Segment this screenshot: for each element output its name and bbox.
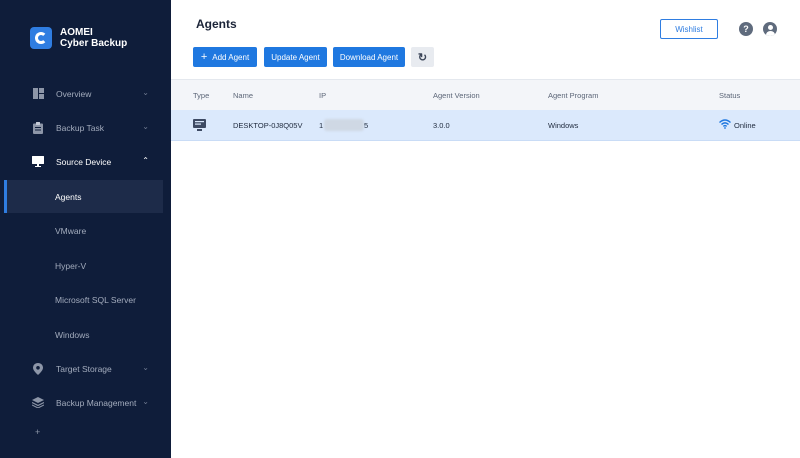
chevron-down-icon: ⌄: [142, 88, 149, 97]
redacted-ip: [324, 119, 364, 131]
location-pin-icon: [32, 362, 44, 375]
sidebar-subitem-label: VMware: [55, 225, 87, 236]
column-header-name[interactable]: Name: [233, 91, 253, 100]
agent-version: 3.0.0: [433, 121, 450, 130]
layers-icon: [32, 397, 44, 409]
agent-ip-start: 1: [319, 121, 324, 130]
download-agent-button[interactable]: Download Agent: [333, 47, 405, 67]
sidebar-subitem-label: Windows: [55, 329, 90, 340]
sidebar-item-label: Source Device: [56, 156, 112, 167]
table-row[interactable]: DESKTOP-0J8Q05V 1 5 3.0.0 Windows Online: [171, 110, 800, 141]
sidebar-subitem-label: Hyper-V: [55, 260, 87, 271]
update-agent-button[interactable]: Update Agent: [264, 47, 327, 67]
sidebar: AOMEI Cyber Backup Overview ⌄ Backup Tas…: [0, 0, 171, 458]
chevron-down-icon: ⌄: [142, 397, 149, 406]
chevron-down-icon: ⌄: [142, 122, 149, 131]
main-content: Agents Wishlist ? + Add Agent Update Age…: [171, 0, 800, 458]
update-agent-label: Update Agent: [271, 52, 320, 62]
column-header-status[interactable]: Status: [719, 91, 740, 100]
wifi-icon: [719, 119, 731, 131]
sidebar-item-source-device[interactable]: Source Device ⌃: [0, 145, 163, 178]
agent-name: DESKTOP-0J8Q05V: [233, 121, 303, 130]
refresh-button[interactable]: ↻: [411, 47, 434, 67]
agent-status: Online: [734, 121, 756, 130]
column-header-agent-program[interactable]: Agent Program: [548, 91, 598, 100]
add-agent-label: Add Agent: [212, 52, 250, 62]
sidebar-item-label: Backup Management: [56, 397, 137, 408]
sidebar-item-backup-task[interactable]: Backup Task ⌄: [0, 111, 163, 144]
sidebar-item-backup-management[interactable]: Backup Management ⌄: [0, 386, 163, 419]
table-header: Type Name IP Agent Version Agent Program…: [171, 79, 800, 110]
computer-icon: [193, 119, 206, 133]
sidebar-item-overview[interactable]: Overview ⌄: [0, 77, 163, 110]
agent-ip-end: 5: [364, 121, 369, 130]
sidebar-item-label: Overview: [56, 88, 92, 99]
overview-icon: [32, 88, 44, 100]
app-logo-icon: [30, 27, 52, 49]
column-header-type[interactable]: Type: [193, 91, 209, 100]
sidebar-subitem-windows[interactable]: Windows: [4, 318, 163, 351]
more-icon: +: [35, 427, 41, 437]
sidebar-subitem-vmware[interactable]: VMware: [4, 214, 163, 247]
sidebar-subitem-label: Agents: [55, 191, 82, 202]
chevron-down-icon: ⌄: [142, 363, 149, 372]
add-agent-button[interactable]: + Add Agent: [193, 47, 257, 67]
refresh-icon: ↻: [417, 51, 428, 64]
agent-program: Windows: [548, 121, 579, 130]
download-agent-label: Download Agent: [339, 52, 399, 62]
clipboard-icon: [32, 121, 44, 134]
app-logo: AOMEI Cyber Backup: [30, 27, 127, 49]
monitor-icon: [32, 156, 44, 168]
sidebar-item-label: Backup Task: [56, 122, 105, 133]
wishlist-button[interactable]: Wishlist: [660, 19, 718, 39]
sidebar-subitem-label: Microsoft SQL Server: [55, 294, 136, 305]
chevron-up-icon: ⌃: [142, 156, 149, 165]
plus-icon: +: [200, 51, 208, 63]
app-name-line1: AOMEI: [60, 27, 93, 38]
sidebar-item-label: Target Storage: [56, 363, 112, 374]
sidebar-item-target-storage[interactable]: Target Storage ⌄: [0, 352, 163, 385]
help-icon[interactable]: ?: [739, 22, 753, 36]
column-header-agent-version[interactable]: Agent Version: [433, 91, 480, 100]
page-title: Agents: [196, 17, 237, 31]
sidebar-subitem-agents[interactable]: Agents: [4, 180, 163, 213]
column-header-ip[interactable]: IP: [319, 91, 326, 100]
sidebar-subitem-hyper-v[interactable]: Hyper-V: [4, 249, 163, 282]
sidebar-subitem-sql-server[interactable]: Microsoft SQL Server: [4, 283, 163, 316]
app-name-line2: Cyber Backup: [60, 38, 128, 49]
user-avatar-icon[interactable]: [763, 22, 777, 36]
